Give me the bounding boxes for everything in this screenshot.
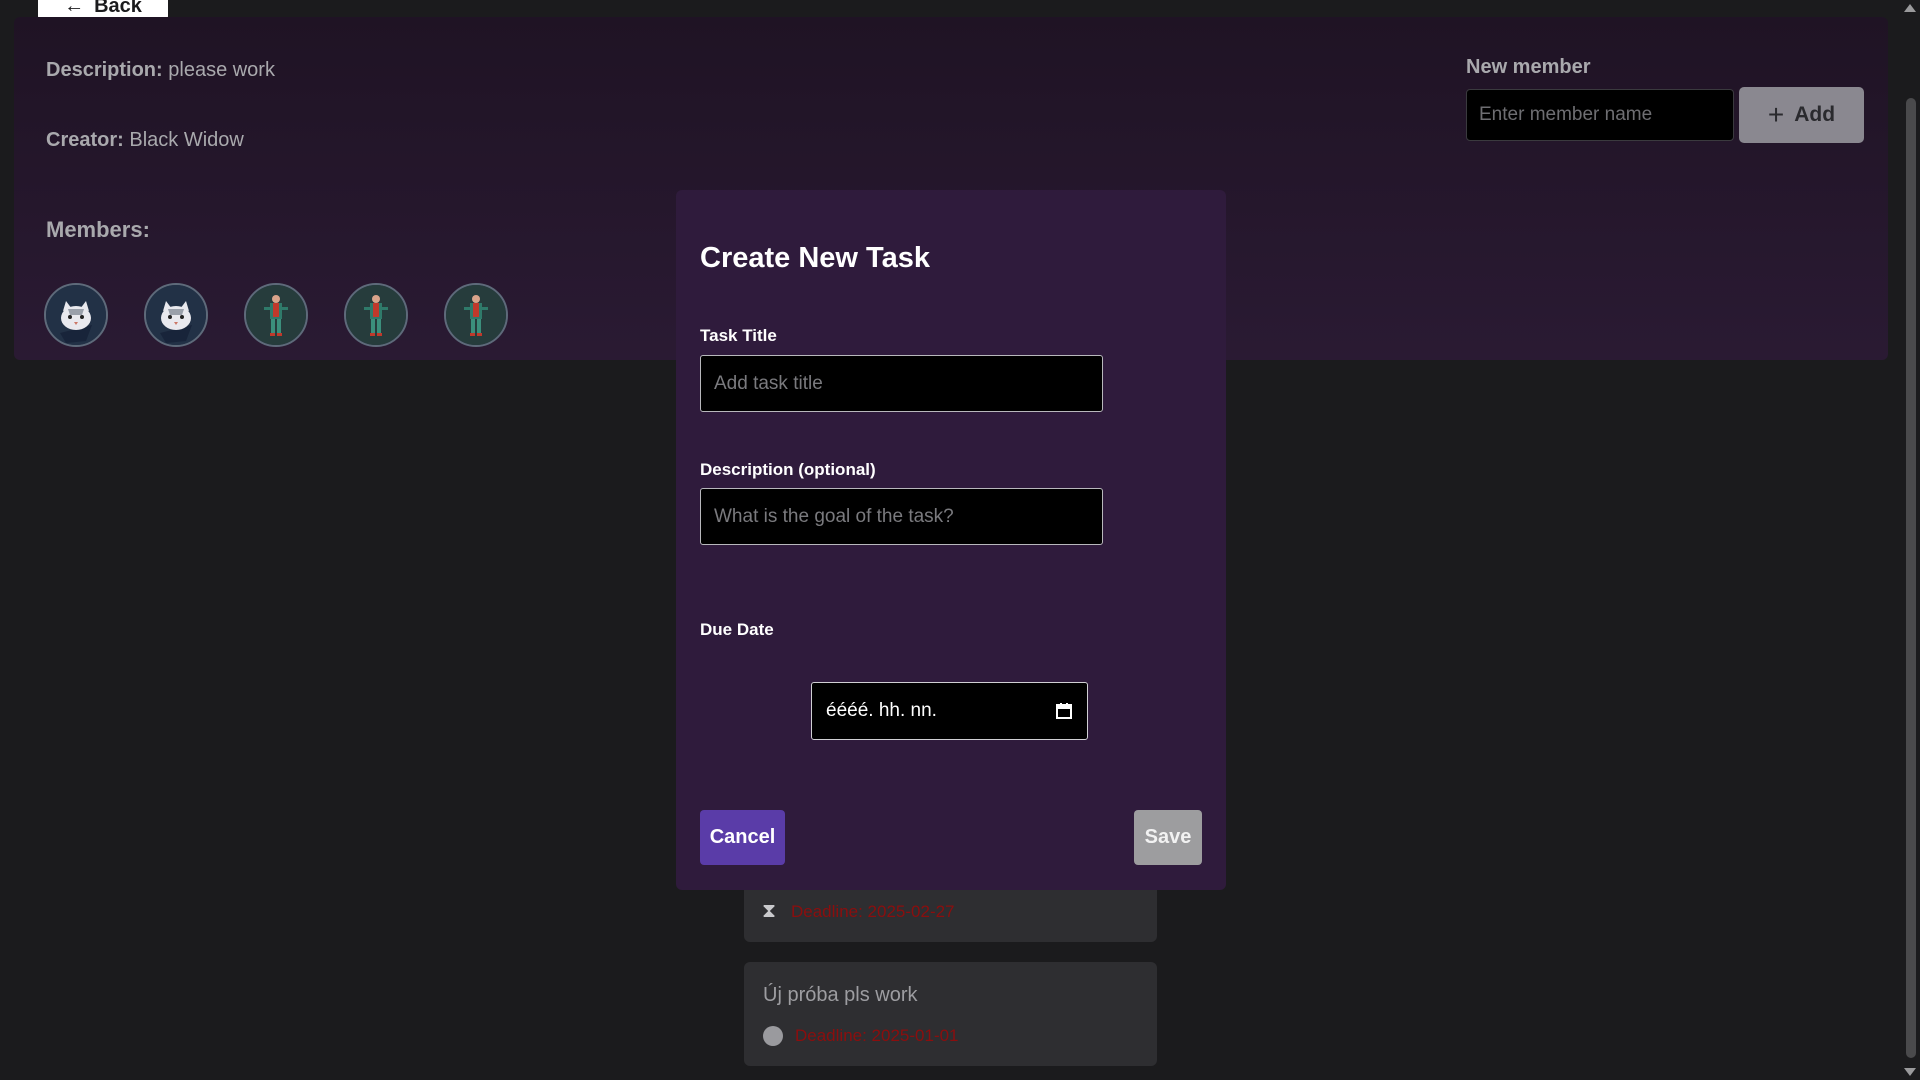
date-placeholder: éééé. hh. nn. xyxy=(826,700,937,721)
project-description-value: please work xyxy=(168,59,275,81)
task-deadline: Deadline: 2025-01-01 xyxy=(795,1026,959,1045)
cat-avatar-icon xyxy=(146,285,206,345)
circle-icon xyxy=(763,1026,783,1046)
cancel-button[interactable]: Cancel xyxy=(700,810,785,865)
member-avatar[interactable] xyxy=(44,283,108,347)
character-avatar-icon xyxy=(446,285,506,345)
calendar-icon[interactable] xyxy=(1055,702,1073,720)
scrollbar-thumb[interactable] xyxy=(1906,98,1916,1058)
members-heading: Members: xyxy=(46,217,150,242)
back-button-label: Back xyxy=(94,0,142,17)
task-card[interactable]: Új próba pls work Deadline: 2025-01-01 xyxy=(744,962,1157,1066)
character-avatar-icon xyxy=(346,285,406,345)
member-avatar[interactable] xyxy=(444,283,508,347)
plus-icon: + xyxy=(1767,99,1785,130)
task-deadline: Deadline: 2025-02-27 xyxy=(791,902,955,921)
project-description: Description: please work xyxy=(46,59,275,81)
task-description-input[interactable] xyxy=(700,488,1103,545)
project-creator: Creator: Black Widow xyxy=(46,129,244,151)
hourglass-icon: ⧗ xyxy=(762,900,777,922)
scroll-up-arrow-icon[interactable] xyxy=(1904,4,1916,12)
modal-title: Create New Task xyxy=(700,242,930,274)
add-member-label: Add xyxy=(1794,103,1836,126)
due-date-input[interactable]: éééé. hh. nn. xyxy=(811,682,1088,740)
member-name-input[interactable] xyxy=(1466,89,1734,141)
task-title-input[interactable] xyxy=(700,355,1103,412)
add-member-button[interactable]: + Add xyxy=(1739,87,1864,143)
member-avatar[interactable] xyxy=(344,283,408,347)
member-avatar[interactable] xyxy=(244,283,308,347)
member-avatar[interactable] xyxy=(144,283,208,347)
save-button[interactable]: Save xyxy=(1134,810,1202,865)
task-title-label: Task Title xyxy=(700,326,777,345)
description-label: Description (optional) xyxy=(700,460,876,479)
scroll-down-arrow-icon[interactable] xyxy=(1904,1068,1916,1076)
create-task-modal: Create New Task Task Title Description (… xyxy=(676,190,1226,890)
task-title: Új próba pls work xyxy=(763,984,918,1006)
cat-avatar-icon xyxy=(46,285,106,345)
arrow-left-icon: ← xyxy=(64,0,85,17)
due-date-label: Due Date xyxy=(700,620,774,639)
scrollbar[interactable] xyxy=(1900,0,1920,1080)
new-member-heading: New member xyxy=(1466,56,1591,78)
project-creator-value: Black Widow xyxy=(129,129,244,151)
character-avatar-icon xyxy=(246,285,306,345)
